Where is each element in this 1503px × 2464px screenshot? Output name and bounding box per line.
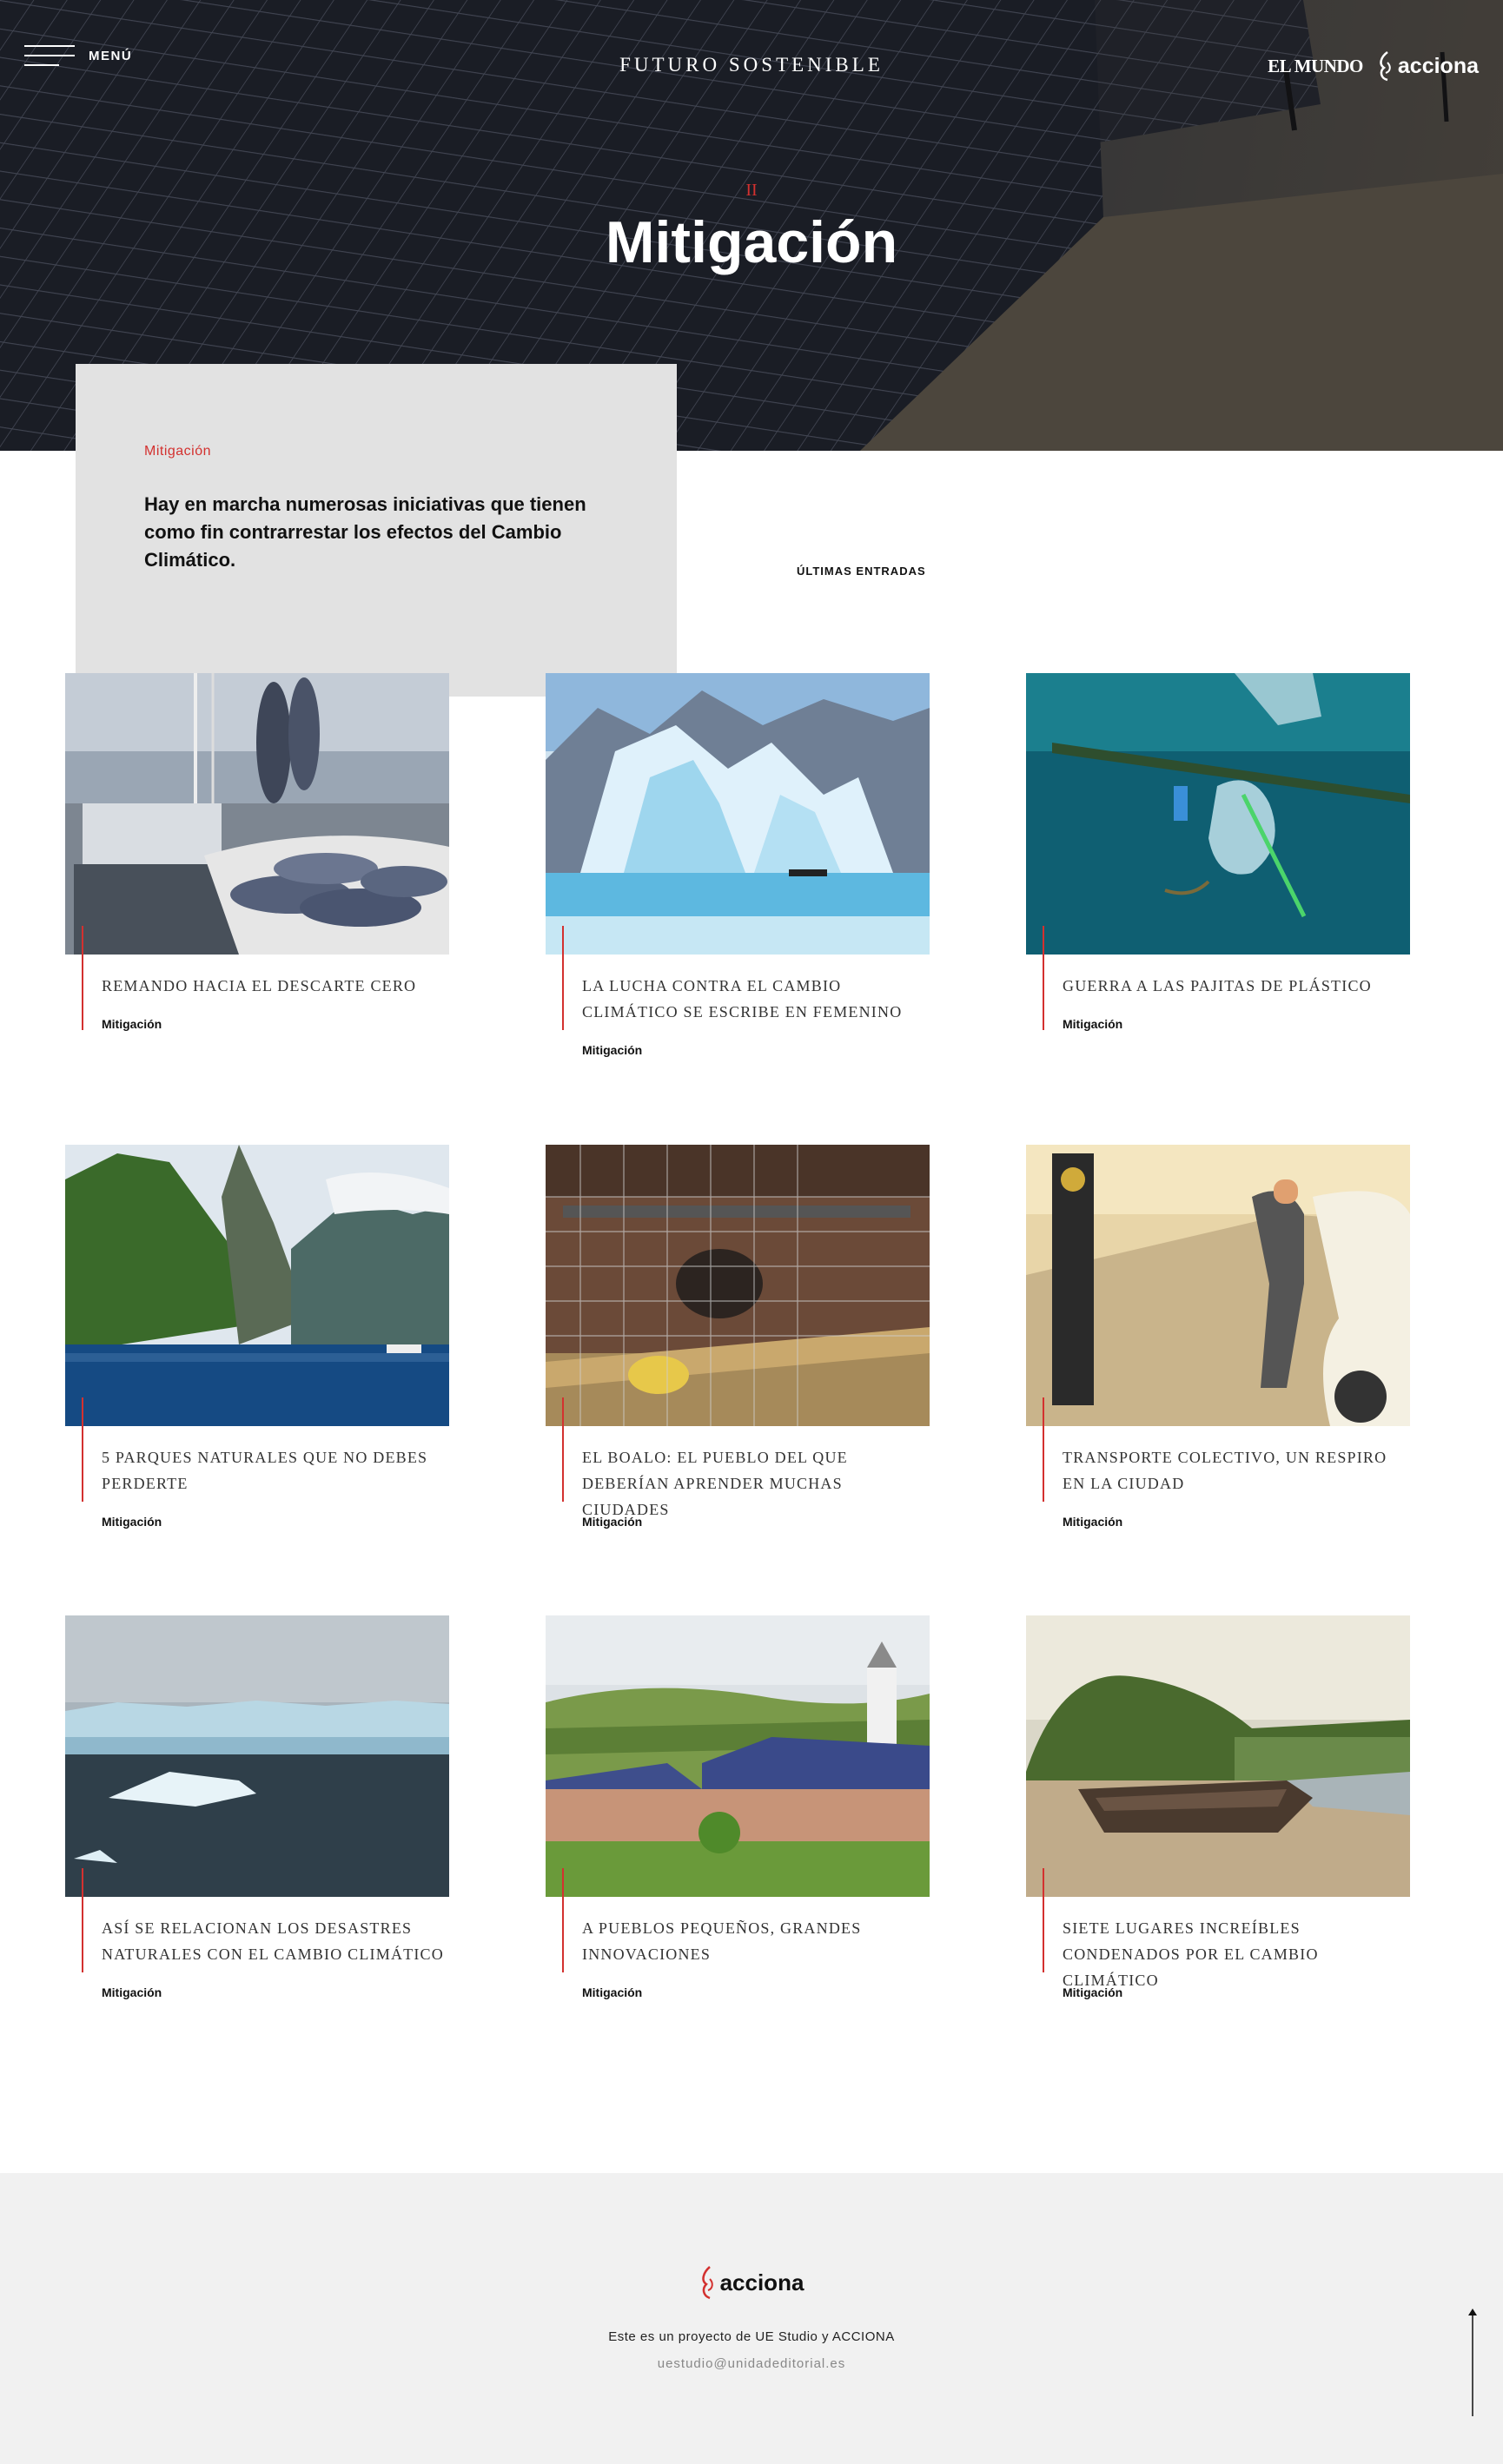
header-brands: EL MUNDO acciona [1268,50,1479,82]
intro-text: Hay en marcha numerosas iniciativas que … [144,493,586,571]
intro-box: Mitigación Hay en marcha numerosas inici… [76,364,677,697]
accent-line [82,1397,83,1502]
iceberg-sea-image [65,1615,449,1897]
latest-entries-label: ÚLTIMAS ENTRADAS [797,565,926,578]
village-solar-roofs-image [546,1615,930,1897]
article-title[interactable]: Transporte colectivo, un respiro en la c… [1063,1444,1410,1496]
page-title: Mitigación [605,209,898,275]
accent-line [82,1868,83,1972]
article-category[interactable]: Mitigación [1063,1017,1122,1031]
glacier-boat-image [546,673,930,955]
article-image[interactable] [65,673,449,955]
article-image[interactable] [1026,673,1410,955]
accent-line [1043,1868,1044,1972]
article-title[interactable]: Así se relacionan los desastres naturale… [102,1915,449,1967]
footer: acciona Este es un proyecto de UE Studio… [0,2173,1503,2464]
accent-line [1043,926,1044,1030]
article-image[interactable] [546,673,930,955]
article-image[interactable] [546,1615,930,1897]
footer-acciona-logo[interactable]: acciona [0,2265,1503,2300]
article-category[interactable]: Mitigación [582,1985,642,1999]
accent-line [1043,1397,1044,1502]
accent-line [82,926,83,1030]
article-category[interactable]: Mitigación [102,1985,162,1999]
acciona-logo[interactable]: acciona [1377,50,1479,82]
article-image[interactable] [65,1615,449,1897]
article-title[interactable]: La lucha contra el cambio climático se e… [582,973,930,1025]
accent-line [562,926,564,1030]
section-number: II [745,181,758,200]
article-image[interactable] [1026,1615,1410,1897]
article-image[interactable] [546,1145,930,1426]
arrow-up-icon[interactable] [1463,2307,1482,2416]
footer-logo-text: acciona [719,2269,804,2296]
acciona-leaf-icon [701,2266,713,2300]
footer-email[interactable]: uestudio@unidadeditorial.es [0,2356,1503,2371]
article-title[interactable]: Remando hacia el descarte cero [102,973,449,999]
intro-category: Mitigación [144,444,212,459]
accent-line [562,1868,564,1972]
acciona-leaf-icon [1380,51,1391,82]
article-title[interactable]: Guerra a las pajitas de plástico [1063,973,1410,999]
article-category[interactable]: Mitigación [582,1515,642,1529]
article-title[interactable]: El Boalo: el pueblo del que deberían apr… [582,1444,930,1523]
footer-credit: Este es un proyecto de UE Studio y ACCIO… [608,2329,895,2344]
article-category[interactable]: Mitigación [1063,1515,1122,1529]
fishing-boat-tuna-image [65,673,449,955]
article-category[interactable]: Mitigación [1063,1985,1122,1999]
woman-electric-car-image [1026,1145,1410,1426]
article-title[interactable]: 5 parques naturales que no debes perdert… [102,1444,449,1496]
article-category[interactable]: Mitigación [102,1017,162,1031]
article-category[interactable]: Mitigación [582,1043,642,1057]
article-category[interactable]: Mitigación [102,1515,162,1529]
acciona-logo-text: acciona [1397,53,1479,78]
fjord-mountains-image [65,1145,449,1426]
article-title[interactable]: A pueblos pequeños, grandes innovaciones [582,1915,930,1967]
hen-coop-image [546,1145,930,1426]
accent-line [562,1397,564,1502]
shipwreck-beach-image [1026,1615,1410,1897]
ocean-plastic-image [1026,673,1410,955]
article-title[interactable]: Siete lugares increíbles condenados por … [1063,1915,1410,1993]
elmundo-logo[interactable]: EL MUNDO [1268,56,1363,77]
article-image[interactable] [1026,1145,1410,1426]
article-image[interactable] [65,1145,449,1426]
